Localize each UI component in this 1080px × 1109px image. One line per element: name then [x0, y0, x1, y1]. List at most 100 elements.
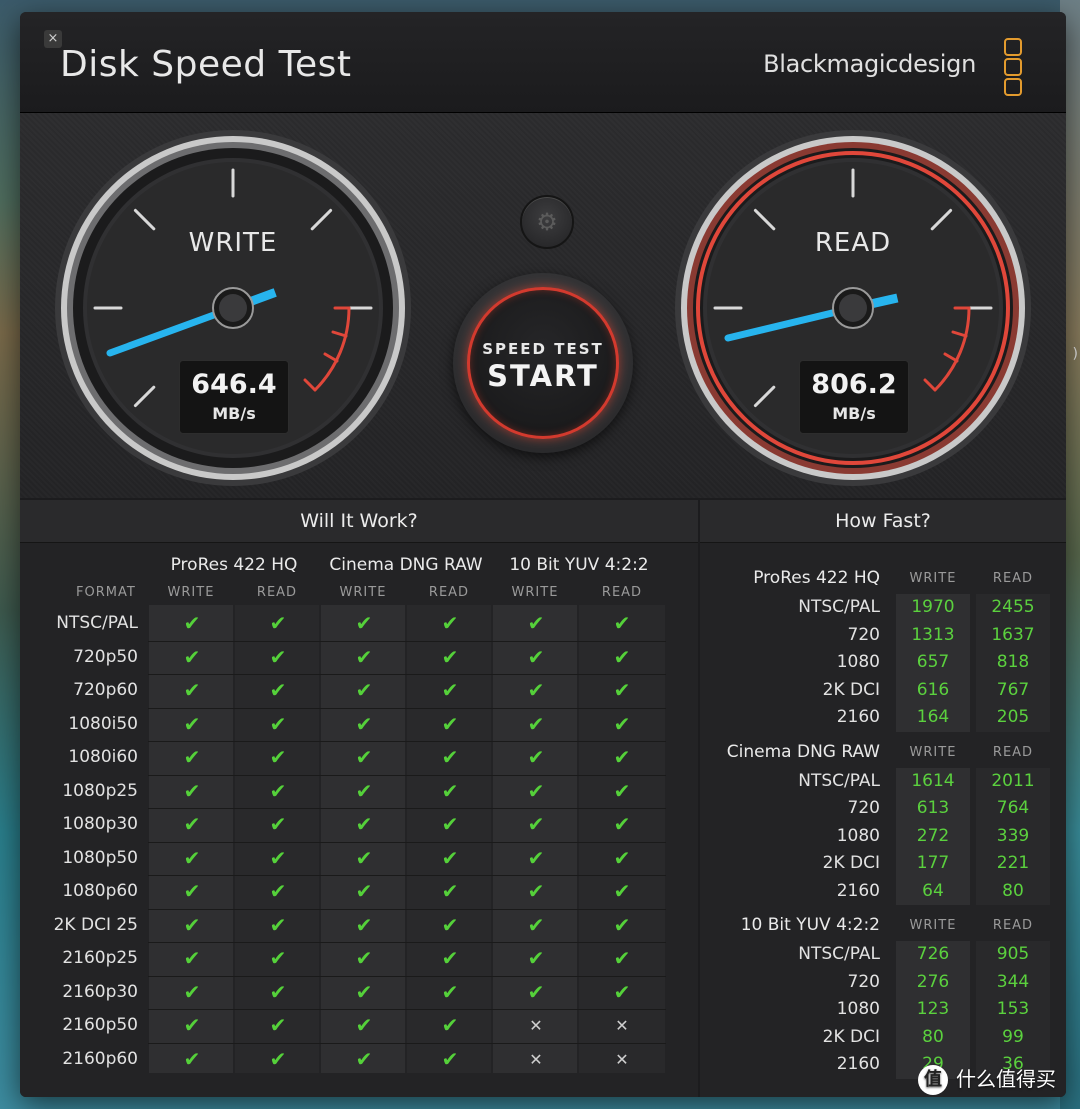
how-fast-read-fps: 99 — [1002, 1026, 1024, 1047]
checkmark-icon: ✔ — [441, 812, 459, 836]
checkmark-icon: ✔ — [355, 1013, 373, 1037]
checkmark-icon: ✔ — [613, 644, 631, 669]
how-fast-format-label: NTSC/PAL — [798, 770, 880, 791]
checkmark-icon: ✔ — [355, 778, 373, 803]
group-header-prores: ProRes 422 HQ — [170, 555, 298, 575]
checkmark-icon: ✔ — [269, 611, 287, 635]
how-fast-read-fps: 221 — [996, 853, 1030, 873]
how-fast-col-write: WRITE — [909, 571, 957, 586]
how-fast-read-fps: 339 — [996, 825, 1030, 846]
checkmark-icon: ✔ — [441, 678, 459, 702]
row-divider — [148, 1009, 666, 1010]
checkmark-icon: ✔ — [355, 879, 373, 903]
checkmark-icon: ✔ — [527, 745, 545, 769]
checkmark-icon: ✔ — [355, 946, 373, 970]
how-fast-read-fps: 153 — [996, 999, 1030, 1019]
read-gauge-dial — [675, 130, 1031, 486]
checkmark-icon: ✔ — [441, 1013, 459, 1037]
checkmark-icon: ✔ — [183, 812, 201, 836]
title-bar: Disk Speed Test Blackmagicdesign — [20, 12, 1066, 113]
how-fast-write-fps: 1313 — [911, 624, 955, 645]
how-fast-write-fps: 80 — [922, 1026, 944, 1047]
row-divider — [148, 841, 666, 843]
settings-button[interactable]: ⚙ — [520, 195, 574, 249]
format-row-label: 1080p50 — [62, 847, 138, 868]
how-fast-col-read: READ — [992, 918, 1034, 933]
checkmark-icon: ✔ — [613, 979, 631, 1004]
how-fast-panel: How Fast? ProRes 422 HQ WRITE READ NTSC/PAL… — [700, 500, 1066, 1097]
app-title: Disk Speed Test — [60, 44, 352, 85]
how-fast-write-fps: 726 — [916, 944, 950, 964]
format-row-label: 720p50 — [73, 646, 138, 667]
row-divider — [148, 808, 666, 809]
read-speed-readout: 806.2 MB/s — [799, 360, 909, 434]
how-fast-write-fps: 657 — [916, 652, 950, 672]
checkmark-icon: ✔ — [269, 812, 287, 836]
group-header-cinema-dng: Cinema DNG RAW — [329, 555, 483, 575]
checkmark-icon: ✔ — [183, 745, 201, 769]
checkmark-icon: ✔ — [527, 979, 545, 1004]
how-fast-format-label: 1080 — [836, 825, 880, 846]
desktop-edge-glyph: ) — [1072, 346, 1078, 362]
checkmark-icon: ✔ — [269, 845, 287, 870]
cross-icon: ✕ — [615, 1016, 629, 1035]
checkmark-icon: ✔ — [355, 711, 373, 736]
checkmark-icon: ✔ — [355, 845, 373, 870]
watermark-text: 什么值得买 — [956, 1066, 1056, 1091]
close-button[interactable]: × — [44, 30, 62, 48]
checkmark-icon: ✔ — [441, 979, 459, 1004]
row-divider — [148, 875, 666, 876]
row-divider — [148, 1042, 666, 1044]
checkmark-icon: ✔ — [527, 845, 545, 870]
checkmark-icon: ✔ — [269, 1046, 287, 1071]
how-fast-format-label: 720 — [847, 971, 880, 992]
checkmark-icon: ✔ — [441, 912, 459, 937]
checkmark-icon: ✔ — [183, 778, 201, 803]
checkmark-icon: ✔ — [441, 879, 459, 903]
gear-icon: ⚙ — [536, 208, 558, 236]
checkmark-icon: ✔ — [183, 912, 201, 937]
brand-name: Blackmagicdesign — [763, 50, 976, 78]
cross-icon: ✕ — [529, 1016, 543, 1035]
checkmark-icon: ✔ — [355, 1046, 373, 1071]
how-fast-format-label: 720 — [847, 624, 880, 645]
format-row-label: 1080p30 — [62, 814, 138, 834]
how-fast-read-fps: 205 — [996, 707, 1030, 727]
checkmark-icon: ✔ — [183, 1013, 201, 1037]
format-row-label: 1080p60 — [62, 881, 138, 901]
checkmark-icon: ✔ — [441, 946, 459, 970]
format-column-header: FORMAT — [76, 585, 136, 600]
col-header-read: READ — [256, 585, 298, 600]
checkmark-icon: ✔ — [183, 1046, 201, 1071]
row-divider — [148, 942, 666, 943]
checkmark-icon: ✔ — [441, 644, 459, 669]
format-row-label: 1080i50 — [68, 713, 138, 734]
col-header-write: WRITE — [339, 585, 387, 600]
format-row-label: 2160p60 — [62, 1048, 138, 1069]
group-header-10bit-yuv: 10 Bit YUV 4:2:2 — [509, 555, 649, 575]
watermark: 值什么值得买 — [918, 1063, 1056, 1095]
how-fast-read-fps: 2011 — [991, 770, 1035, 791]
how-fast-write-fps: 1970 — [911, 597, 955, 617]
how-fast-group-title: Cinema DNG RAW — [726, 741, 880, 762]
how-fast-format-label: 2160 — [836, 880, 880, 901]
format-row-label: 1080p25 — [62, 780, 138, 801]
row-divider — [148, 741, 666, 742]
checkmark-icon: ✔ — [527, 678, 545, 702]
checkmark-icon: ✔ — [441, 845, 459, 870]
how-fast-format-label: 720 — [847, 798, 880, 818]
checkmark-icon: ✔ — [527, 611, 545, 635]
checkmark-icon: ✔ — [613, 678, 631, 702]
row-divider — [148, 975, 666, 977]
checkmark-icon: ✔ — [613, 946, 631, 970]
checkmark-icon: ✔ — [613, 845, 631, 870]
how-fast-read-fps: 818 — [996, 652, 1030, 672]
row-divider — [148, 674, 666, 675]
checkmark-icon: ✔ — [269, 1013, 287, 1037]
checkmark-icon: ✔ — [183, 879, 201, 903]
checkmark-icon: ✔ — [269, 946, 287, 970]
checkmark-icon: ✔ — [183, 845, 201, 870]
speed-test-start-button[interactable]: SPEED TEST START — [453, 273, 633, 453]
row-divider — [148, 908, 666, 910]
checkmark-icon: ✔ — [441, 1046, 459, 1071]
